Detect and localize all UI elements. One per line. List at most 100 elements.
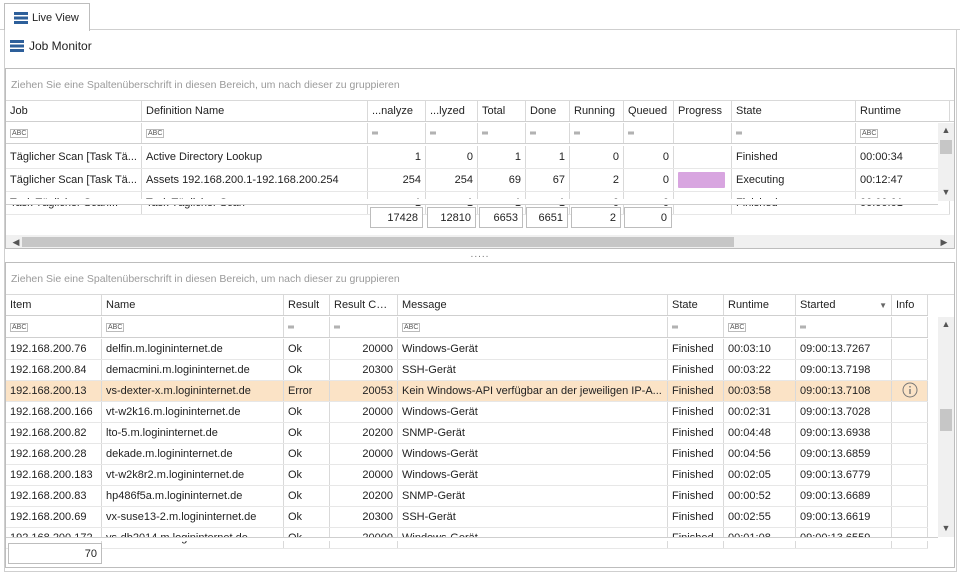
scroll-thumb[interactable] — [22, 237, 734, 247]
cell-state-text: Finished — [672, 469, 714, 481]
column-header[interactable]: S — [950, 101, 954, 121]
filter-cell[interactable]: ═ — [732, 123, 856, 143]
cell-runtime-text: 00:04:56 — [728, 448, 771, 460]
column-header[interactable]: Message — [398, 295, 668, 315]
column-header[interactable]: Queued — [624, 101, 674, 121]
vertical-scrollbar[interactable]: ▲ ▼ — [938, 317, 954, 537]
table-row[interactable]: 192.168.200.13 vs-dexter-x.m.logininterne… — [6, 381, 928, 402]
cell-definition-text: Active Directory Lookup — [146, 151, 263, 163]
filter-cell[interactable]: ABC — [6, 123, 142, 143]
column-header[interactable]: Runtime — [724, 295, 796, 315]
filter-cell[interactable]: ═ — [284, 317, 330, 337]
cell-analyzed-text: 0 — [466, 151, 473, 163]
filter-cell[interactable]: ═ — [330, 317, 398, 337]
scroll-up-icon[interactable]: ▲ — [938, 317, 954, 331]
table-row[interactable]: 192.168.200.84 demacmini.m.logininternet.… — [6, 360, 928, 381]
vertical-scrollbar[interactable]: ▲ ▼ — [938, 123, 954, 201]
filter-cell[interactable] — [674, 123, 732, 143]
filter-cell[interactable]: ═ — [570, 123, 624, 143]
column-header[interactable]: Result Code — [330, 295, 398, 315]
cell-started-text: 09:00:13.7267 — [800, 343, 871, 355]
column-header-text: Message — [402, 299, 447, 311]
filter-cell[interactable]: ═ — [368, 123, 426, 143]
tab-live-view[interactable]: Live View — [4, 3, 90, 31]
column-header[interactable]: ...nalyze — [368, 101, 426, 121]
cell-item-text: 192.168.200.28 — [10, 448, 87, 460]
filter-cell[interactable]: ABC — [102, 317, 284, 337]
column-header[interactable]: State — [668, 295, 724, 315]
column-header[interactable]: Total — [478, 101, 526, 121]
group-panel[interactable]: Ziehen Sie eine Spaltenüberschrift in di… — [6, 263, 954, 295]
splitter-handle[interactable]: ..... — [460, 250, 500, 260]
group-panel[interactable]: Ziehen Sie eine Spaltenüberschrift in di… — [6, 69, 954, 101]
column-header[interactable]: Runtime — [856, 101, 950, 121]
cell-started: 09:00:13.6619 — [796, 507, 892, 527]
filter-cell[interactable]: ═ — [668, 317, 724, 337]
cell-item-text: 192.168.200.84 — [10, 364, 87, 376]
column-header-text: Running — [574, 105, 615, 117]
filter-cell[interactable]: ABC — [856, 123, 950, 143]
cell-code: 20053 — [330, 381, 398, 401]
table-row[interactable]: 192.168.200.83 hp486f5a.m.logininternet.d… — [6, 486, 928, 507]
table-row[interactable]: 192.168.200.28 dekade.m.logininternet.de O… — [6, 444, 928, 465]
scroll-down-icon[interactable]: ▼ — [938, 521, 954, 535]
column-header[interactable]: ...lyzed — [426, 101, 478, 121]
filter-cell[interactable]: ABC — [142, 123, 368, 143]
filter-cell[interactable]: ═ — [478, 123, 526, 143]
column-header[interactable]: Started ▼ — [796, 295, 892, 315]
cell-message-text: SNMP-Gerät — [402, 490, 465, 502]
cell-state: Finished — [668, 381, 724, 401]
filter-cell[interactable]: ═ — [624, 123, 674, 143]
cell-started-text: 09:00:13.6938 — [800, 427, 871, 439]
cell-result: Error — [284, 381, 330, 401]
cell-message: Windows-Gerät — [398, 402, 668, 422]
table-row[interactable]: Täglicher Scan [Task Tä... Assets 192.168… — [6, 169, 950, 192]
table-row[interactable]: 192.168.200.69 vx-suse13-2.m.logininterne… — [6, 507, 928, 528]
column-header[interactable]: Job — [6, 101, 142, 121]
table-row[interactable]: Täglicher Scan [Task Tä... Active Directo… — [6, 146, 950, 169]
filter-cell[interactable]: ═ — [426, 123, 478, 143]
cell-runtime-text: 00:12:47 — [860, 174, 903, 186]
scroll-up-icon[interactable]: ▲ — [938, 123, 954, 137]
filter-cell[interactable] — [892, 317, 928, 337]
scroll-down-icon[interactable]: ▼ — [938, 185, 954, 199]
column-header[interactable]: Definition Name — [142, 101, 368, 121]
column-header[interactable]: Progress — [674, 101, 732, 121]
summary-value: 2 — [609, 211, 616, 224]
progress-cell — [674, 169, 732, 191]
column-header[interactable]: Done — [526, 101, 570, 121]
filter-cell[interactable]: ABC — [724, 317, 796, 337]
column-header[interactable]: Name — [102, 295, 284, 315]
filter-cell[interactable]: ═ — [796, 317, 892, 337]
sort-descending-icon[interactable]: ▼ — [879, 301, 887, 310]
scroll-thumb[interactable] — [940, 409, 952, 431]
cell-state: Finished — [732, 146, 856, 168]
cell-job: Täglicher Scan [Task Tä... — [6, 146, 142, 168]
cell-message-text: Windows-Gerät — [402, 343, 478, 355]
table-row[interactable]: 192.168.200.76 delfin.m.logininternet.de O… — [6, 339, 928, 360]
column-header[interactable]: Item — [6, 295, 102, 315]
table-row[interactable]: 192.168.200.183 vt-w2k8r2.m.logininternet… — [6, 465, 928, 486]
filter-cell[interactable]: ABC — [398, 317, 668, 337]
scroll-thumb[interactable] — [940, 140, 952, 154]
cell-name-text: vx-suse13-2.m.logininternet.de — [106, 511, 257, 523]
cell-runtime-text: 00:03:22 — [728, 364, 771, 376]
cell-job-text: Täglicher Scan [Task Tä... — [10, 151, 137, 163]
cell-message: SNMP-Gerät — [398, 423, 668, 443]
cell-state: Finished — [668, 486, 724, 506]
cell-result: Ok — [284, 339, 330, 359]
info-icon[interactable] — [902, 382, 918, 401]
horizontal-scrollbar[interactable]: ◀ ▶ — [6, 235, 954, 248]
filter-cell[interactable]: ABC — [6, 317, 102, 337]
column-header[interactable]: Result — [284, 295, 330, 315]
filter-cell[interactable]: ═ — [526, 123, 570, 143]
scroll-right-icon[interactable]: ▶ — [936, 235, 952, 248]
column-header[interactable]: Info — [892, 295, 928, 315]
cell-name: delfin.m.logininternet.de — [102, 339, 284, 359]
table-row[interactable]: 192.168.200.82 lto-5.m.logininternet.de Ok… — [6, 423, 928, 444]
cell-runtime-text: 00:03:10 — [728, 343, 771, 355]
info-cell — [892, 507, 928, 527]
column-header[interactable]: State — [732, 101, 856, 121]
column-header[interactable]: Running — [570, 101, 624, 121]
table-row[interactable]: 192.168.200.166 vt-w2k16.m.logininternet.… — [6, 402, 928, 423]
